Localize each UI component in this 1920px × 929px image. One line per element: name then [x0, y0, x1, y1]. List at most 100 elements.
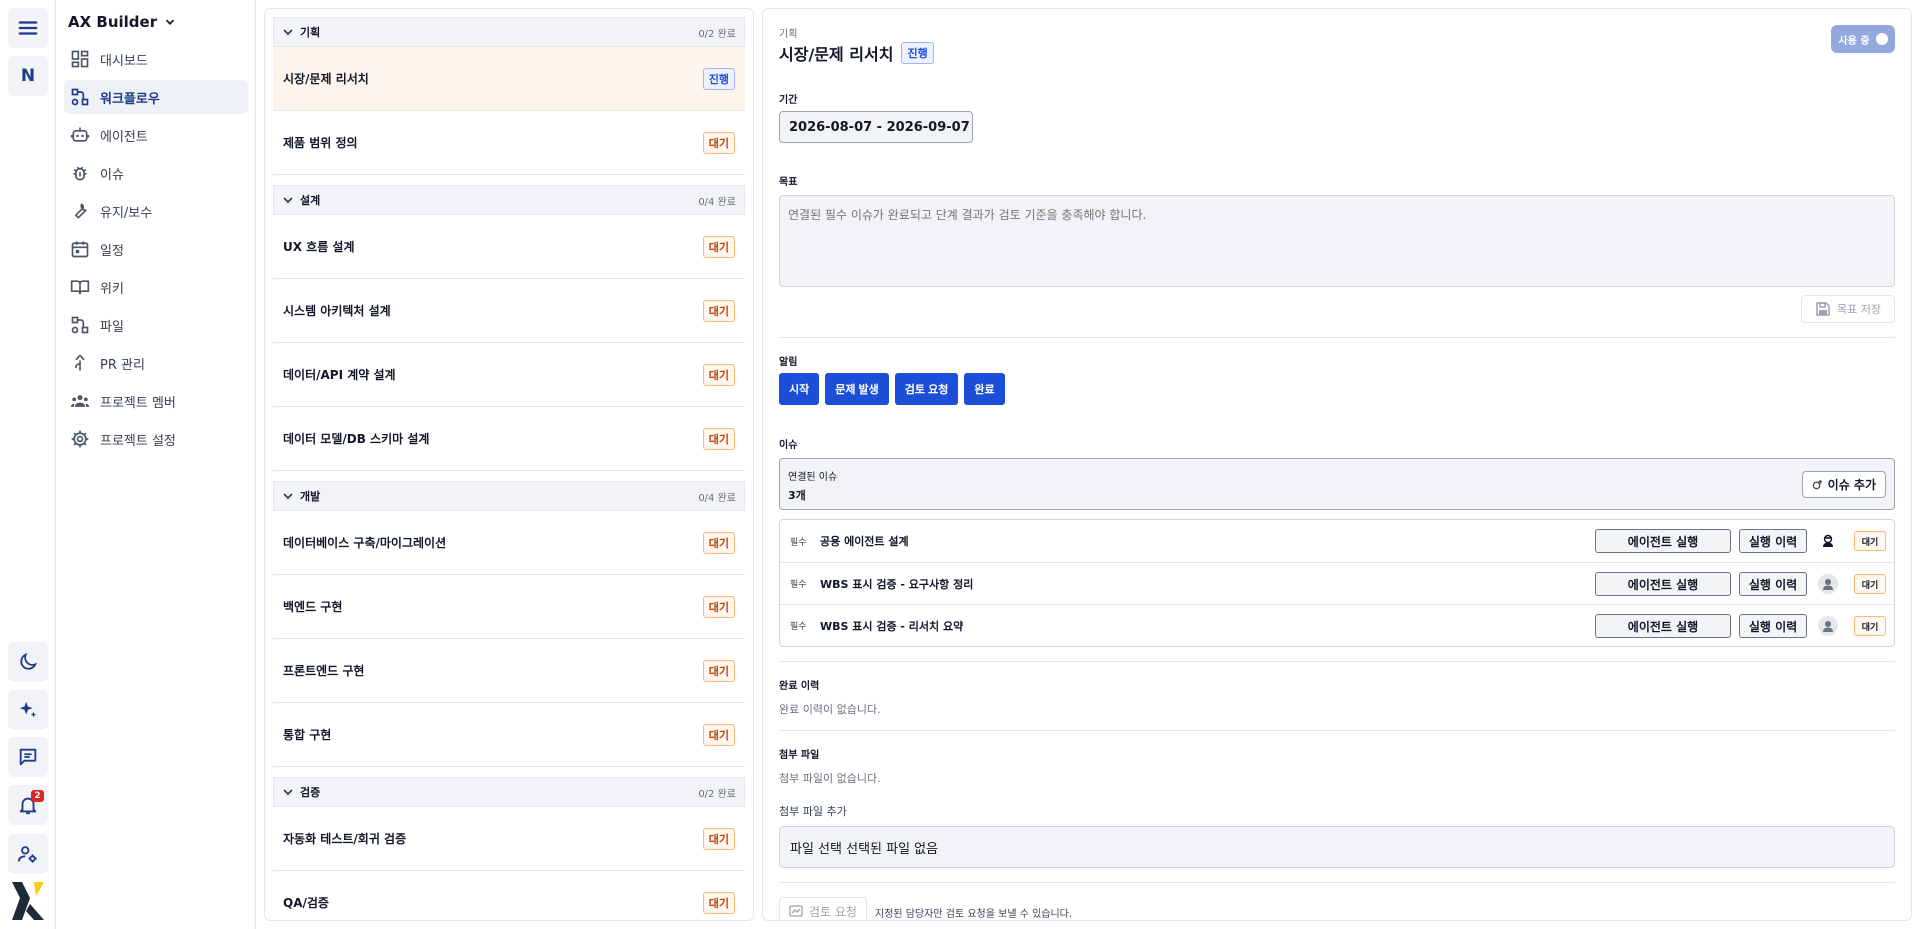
sparkle-icon: [19, 701, 37, 718]
toggle-knob: [1875, 33, 1888, 45]
sidebar-item-label: 프로젝트 설정: [100, 433, 176, 449]
ai-assistant-button[interactable]: [8, 690, 48, 730]
status-badge: 대기: [702, 299, 735, 322]
status-badge: 진행: [702, 67, 735, 90]
run-agent-button[interactable]: 에이전트 실행: [1595, 572, 1731, 596]
task-row[interactable]: 데이터/API 계약 설계 대기: [273, 343, 745, 407]
task-row[interactable]: 백엔드 구현 대기: [273, 575, 745, 639]
run-history-button[interactable]: 실행 이력: [1739, 614, 1807, 638]
status-badge: 대기: [702, 595, 735, 618]
phase-progress: 0/4 완료: [698, 492, 736, 504]
task-row[interactable]: QA/검증 대기: [273, 871, 745, 920]
task-name: 프론트엔드 구현: [283, 664, 365, 678]
task-name: 데이터베이스 구축/마이그레이션: [283, 536, 447, 550]
sidebar-item-agents[interactable]: 에이전트: [64, 118, 248, 152]
status-badge: 대기: [702, 235, 735, 258]
review-note: 지정된 담당자만 검토 요청을 보낼 수 있습니다.: [875, 909, 1073, 920]
request-review-button[interactable]: 검토 요청: [779, 897, 867, 920]
chevron-down-icon: [283, 493, 293, 500]
dashboard-icon: [71, 50, 89, 68]
chevron-down-icon: [283, 197, 293, 204]
task-row[interactable]: 시장/문제 리서치 진행: [273, 47, 745, 111]
add-issue-button[interactable]: 이슈 추가: [1801, 471, 1886, 498]
run-agent-button[interactable]: 에이전트 실행: [1595, 529, 1731, 553]
task-row[interactable]: 프론트엔드 구현 대기: [273, 639, 745, 703]
run-history-button[interactable]: 실행 이력: [1739, 572, 1807, 596]
menu-button[interactable]: [8, 8, 48, 48]
enabled-toggle[interactable]: 사용 중: [1831, 25, 1895, 53]
bug-icon: [73, 166, 87, 181]
required-tag: 필수: [790, 580, 807, 590]
request-review-label: 검토 요청: [809, 904, 857, 919]
sidebar-item-pr[interactable]: PR 관리: [64, 346, 248, 380]
status-badge: 대기: [702, 531, 735, 554]
status-badge: 대기: [702, 131, 735, 154]
phase-name: 설계: [300, 194, 321, 207]
status-badge: 대기: [702, 363, 735, 386]
issue-row[interactable]: 필수 WBS 표시 검증 - 요구사항 정리 에이전트 실행 실행 이력 대기: [780, 562, 1894, 604]
sidebar-item-wiki[interactable]: 위키: [64, 270, 248, 304]
task-name: 통합 구현: [283, 728, 332, 742]
account-settings-button[interactable]: [8, 834, 48, 874]
person-avatar-icon: [1823, 534, 1833, 547]
phase-header[interactable]: 설계 0/4 완료: [273, 185, 745, 215]
sidebar-item-settings[interactable]: 프로젝트 설정: [64, 422, 248, 456]
assignee-avatar[interactable]: [1818, 616, 1838, 636]
sidebar-item-schedule[interactable]: 일정: [64, 232, 248, 266]
run-history-button[interactable]: 실행 이력: [1739, 529, 1807, 553]
status-badge: 대기: [702, 891, 735, 914]
alert-start-button[interactable]: 시작: [779, 373, 820, 405]
merge-icon: [75, 354, 85, 371]
workflow-list-panel: 기획 0/2 완료 시장/문제 리서치 진행 제품 범위 정의 대기 설계 0/…: [264, 8, 754, 921]
theme-toggle-button[interactable]: [8, 642, 48, 682]
sidebar-item-label: 워크플로우: [100, 91, 160, 107]
task-row[interactable]: UX 흐름 설계 대기: [273, 215, 745, 279]
files-icon: [71, 316, 89, 334]
status-badge: 대기: [702, 827, 735, 850]
date-range-field[interactable]: 2026-08-07 - 2026-09-07: [779, 111, 973, 143]
chevron-down-icon: [283, 29, 293, 36]
task-row[interactable]: 자동화 테스트/회귀 검증 대기: [273, 807, 745, 871]
phase-header[interactable]: 검증 0/2 완료: [273, 777, 745, 807]
assignee-avatar[interactable]: [1818, 574, 1838, 594]
sidebar-item-files[interactable]: 파일: [64, 308, 248, 342]
sidebar-item-members[interactable]: 프로젝트 멤버: [64, 384, 248, 418]
status-badge: 진행: [901, 42, 934, 64]
run-agent-button[interactable]: 에이전트 실행: [1595, 614, 1731, 638]
history-empty-text: 완료 이력이 없습니다.: [779, 703, 881, 716]
alert-problem-button[interactable]: 문제 발생: [825, 373, 889, 405]
person-icon: [1823, 621, 1833, 632]
task-row[interactable]: 시스템 아키텍처 설계 대기: [273, 279, 745, 343]
phase-header[interactable]: 개발 0/4 완료: [273, 481, 745, 511]
sidebar-item-workflow[interactable]: 워크플로우: [64, 80, 248, 114]
project-switcher[interactable]: AX Builder: [68, 12, 177, 32]
file-input[interactable]: 파일 선택 선택된 파일 없음: [779, 826, 1895, 868]
assignee-avatar[interactable]: [1818, 531, 1838, 551]
alert-review-button[interactable]: 검토 요청: [894, 373, 959, 405]
task-row[interactable]: 데이터 모델/DB 스키마 설계 대기: [273, 407, 745, 471]
issue-row[interactable]: 필수 공용 에이전트 설계 에이전트 실행 실행 이력 대기: [780, 520, 1894, 562]
sidebar-item-dashboard[interactable]: 대시보드: [64, 42, 248, 76]
alert-complete-button[interactable]: 완료: [964, 373, 1005, 405]
save-goal-button[interactable]: 목표 저장: [1801, 295, 1895, 323]
alert-buttons: 시작 문제 발생 검토 요청 완료: [779, 373, 1005, 405]
sidebar-item-issues[interactable]: 이슈: [64, 156, 248, 190]
task-name: 자동화 테스트/회귀 검증: [283, 832, 407, 846]
notifications-button[interactable]: 2: [8, 785, 48, 825]
task-row[interactable]: 제품 범위 정의 대기: [273, 111, 745, 175]
calendar-icon: [71, 241, 89, 258]
sidebar-item-label: 에이전트: [100, 129, 148, 145]
sidebar-item-label: 파일: [100, 319, 124, 335]
save-goal-label: 목표 저장: [1837, 303, 1881, 316]
messages-button[interactable]: [8, 737, 48, 777]
phase-progress: 0/2 완료: [698, 28, 736, 40]
toggle-label: 사용 중: [1838, 35, 1870, 47]
sidebar-item-maintenance[interactable]: 유지/보수: [64, 194, 248, 228]
task-row[interactable]: 데이터베이스 구축/마이그레이션 대기: [273, 511, 745, 575]
goal-textarea[interactable]: [779, 195, 1895, 287]
task-row[interactable]: 통합 구현 대기: [273, 703, 745, 767]
history-label: 완료 이력: [779, 681, 820, 692]
phase-header[interactable]: 기획 0/2 완료: [273, 17, 745, 47]
workspace-switcher[interactable]: N: [8, 56, 48, 96]
issue-row[interactable]: 필수 WBS 표시 검증 - 리서치 요약 에이전트 실행 실행 이력 대기: [780, 604, 1894, 646]
